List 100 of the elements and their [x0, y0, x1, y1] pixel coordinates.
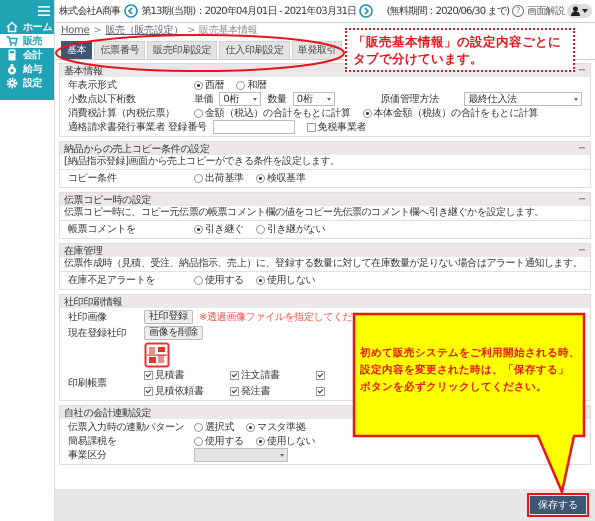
field-label: 在庫不足アラートを	[68, 274, 156, 287]
money-bag-icon	[6, 63, 18, 75]
help-icon[interactable]: ?	[512, 5, 524, 17]
breadcrumb-current: 販売基本情報	[199, 24, 258, 37]
checkbox-label: 発注書	[241, 384, 270, 398]
radio-button[interactable]	[256, 224, 265, 234]
section-title: 納品からの売上コピー条件の設定	[64, 142, 210, 156]
collapse-button[interactable]: −	[578, 143, 586, 154]
checkbox[interactable]	[230, 370, 239, 380]
section-title: 在庫管理	[64, 244, 103, 258]
dropdown[interactable]: 0桁	[219, 92, 262, 106]
field-label: 簡易課税を	[68, 434, 118, 448]
tab[interactable]: 販売印刷設定	[147, 41, 218, 59]
option-label: 使用しない	[266, 435, 316, 448]
field-label: 適格請求書発行事業者 登録番号	[68, 120, 207, 134]
field-label: 現在登録社印	[68, 326, 128, 340]
home-icon	[6, 21, 18, 33]
checkbox-label: 見積書	[155, 368, 184, 382]
period-label: 第13期(当期)：2020年04月01日 - 2021年03月31日	[141, 4, 356, 18]
previous-button[interactable]	[124, 4, 138, 18]
option-label: 和暦	[247, 78, 267, 92]
delete-button[interactable]: 画像を削除	[144, 326, 203, 340]
option-label: 選択式	[205, 420, 234, 434]
collapse-button[interactable]: −	[578, 245, 586, 256]
gear-icon	[6, 77, 18, 89]
field-label: 小数点以下桁数	[68, 92, 137, 106]
user-menu-button[interactable]	[567, 4, 592, 18]
cart-icon	[6, 35, 18, 47]
warning-note: ※透過画像ファイルを指定してくだ	[198, 310, 352, 324]
company-name: 株式会社A商事	[59, 4, 120, 18]
option-label: マスタ準拠	[257, 421, 306, 434]
person-icon	[571, 6, 580, 16]
checkbox-label: 免税事業者	[318, 120, 366, 134]
callout-text: 初めて販売システムをご利用開始される時、 設定内容を変更された時は、「保存する」 ボタンを必ずクリックしてください。	[360, 346, 581, 395]
breadcrumb-separator: >	[93, 24, 102, 36]
section-description: 伝票コピー時に、コピー元伝票の帳票コメント欄の値をコピー先伝票のコメント欄へ引き継ぐかを設定します。	[60, 206, 590, 221]
field-label: 印刷帳票	[68, 376, 108, 390]
input-field[interactable]	[212, 120, 295, 134]
field-label: 帳票コメントを	[68, 223, 137, 236]
field-label: 原価管理方法	[380, 92, 440, 106]
section-title: 社印印刷情報	[64, 296, 122, 308]
dropdown[interactable]: 最終仕入法	[464, 92, 582, 106]
breadcrumb-link[interactable]: Home	[61, 24, 90, 36]
option-label: 引き継ぐ	[205, 222, 244, 236]
option-label: 使用しない	[266, 274, 316, 287]
dropdown[interactable]: 0桁	[292, 92, 335, 106]
option-label: 検収基準	[266, 172, 306, 185]
tab[interactable]: 伝票番号	[94, 41, 146, 59]
breadcrumb-separator: >	[187, 24, 196, 36]
field-label: 事業区分	[68, 448, 108, 462]
tab[interactable]: 仕入印刷設定	[219, 41, 290, 59]
caret-icon	[582, 9, 588, 13]
section-title: 伝票コピー時の設定	[64, 194, 152, 206]
collapse-button[interactable]: −	[578, 65, 586, 76]
collapse-button[interactable]: −	[578, 194, 586, 205]
option-label: 使用する	[205, 435, 244, 448]
radio-button[interactable]	[194, 174, 203, 182]
checkbox[interactable]	[144, 370, 153, 380]
radio-button[interactable]	[246, 422, 256, 432]
help-link[interactable]: 画面解説	[527, 4, 564, 18]
section-title: 自社の会計連動設定	[64, 406, 152, 420]
field-label: 数量	[267, 93, 287, 106]
checkbox[interactable]	[316, 370, 325, 380]
next-button[interactable]	[359, 4, 374, 18]
field-label: コピー条件	[68, 172, 118, 185]
option-label: 金額（税込）の合計をもとに計算	[205, 106, 351, 120]
radio-button[interactable]	[194, 108, 203, 118]
annotation-text: 「販売基本情報」の設定内容ごとに タブで分けています。	[353, 33, 561, 67]
trial-period-text: (無料期間：2020/06/30 まで)	[386, 4, 510, 18]
radio-button[interactable]	[236, 80, 246, 90]
option-label: 本体金額（税抜）の合計をもとに計算	[374, 106, 538, 120]
field-label: 消費税計算（内税伝票）	[68, 106, 176, 120]
save-button[interactable]: 保存する	[530, 496, 586, 514]
upload-button[interactable]: 社印登録	[144, 310, 193, 324]
calculator-icon	[6, 49, 18, 61]
menu-icon[interactable]	[38, 6, 50, 16]
radio-button[interactable]	[194, 276, 203, 284]
radio-button[interactable]	[362, 108, 372, 118]
checkbox-label: 注文請書	[241, 368, 280, 382]
radio-button[interactable]	[194, 422, 203, 432]
radio-button[interactable]	[194, 224, 203, 234]
field-label: 社印画像	[68, 310, 108, 324]
radio-button[interactable]	[256, 276, 265, 284]
checkbox[interactable]	[144, 386, 153, 396]
field-label: 伝票入力時の連動パターン	[68, 420, 186, 434]
radio-button[interactable]	[194, 436, 203, 446]
section-title: 基本情報	[64, 64, 103, 78]
option-label: 出荷基準	[205, 172, 244, 185]
radio-button[interactable]	[256, 436, 265, 446]
section-description: 伝票作成時（見積、受注、納品指示、売上）に、登録する数量に対して在庫数量が足りない場合はアラート通知します。	[60, 257, 590, 272]
checkbox[interactable]	[306, 122, 316, 132]
checkbox-label: 見積依頼書	[155, 384, 204, 398]
option-label: 使用する	[205, 274, 244, 287]
radio-button[interactable]	[256, 174, 265, 182]
radio-button[interactable]	[194, 80, 203, 90]
checkbox[interactable]	[316, 386, 325, 396]
checkbox[interactable]	[230, 386, 239, 396]
option-label: 西暦	[205, 79, 224, 92]
field-label: 年表示形式	[68, 78, 118, 92]
breadcrumb-link[interactable]: 販売（販売設定）	[105, 23, 184, 37]
